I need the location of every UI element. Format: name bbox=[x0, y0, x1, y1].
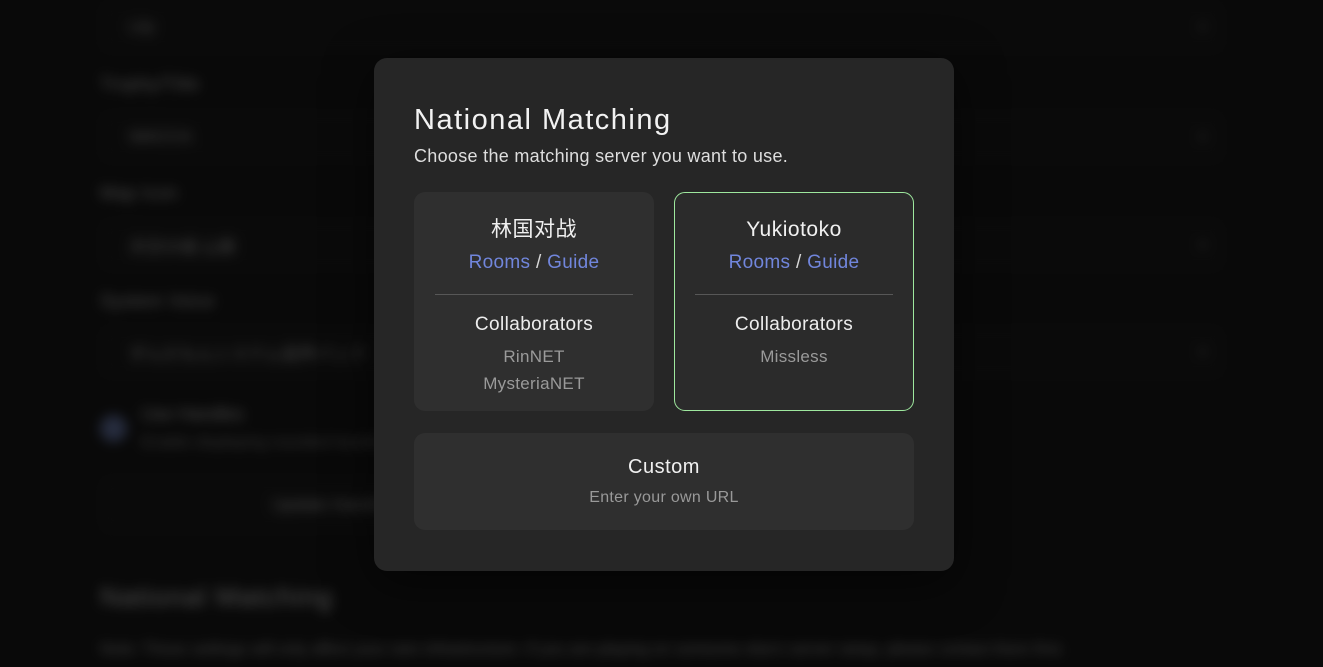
custom-card-subtitle: Enter your own URL bbox=[589, 488, 738, 507]
national-matching-modal: National Matching Choose the matching se… bbox=[374, 58, 954, 571]
link-separator: / bbox=[796, 252, 802, 273]
server-name: Yukiotoko bbox=[675, 218, 913, 242]
server-card-yukiotoko[interactable]: Yukiotoko Rooms / Guide Collaborators Mi… bbox=[674, 192, 914, 411]
link-separator: / bbox=[536, 252, 542, 273]
server-cards-row: 林国对战 Rooms / Guide Collaborators RinNET … bbox=[414, 192, 914, 411]
collaborator-name: MysteriaNET bbox=[415, 370, 653, 397]
modal-subtitle: Choose the matching server you want to u… bbox=[414, 145, 914, 167]
guide-link[interactable]: Guide bbox=[807, 252, 859, 273]
collaborators-heading: Collaborators bbox=[415, 314, 653, 336]
collaborator-name: RinNET bbox=[415, 343, 653, 370]
card-divider bbox=[435, 294, 633, 295]
server-links: Rooms / Guide bbox=[415, 251, 653, 274]
guide-link[interactable]: Guide bbox=[547, 252, 599, 273]
custom-card-title: Custom bbox=[628, 456, 700, 479]
modal-title: National Matching bbox=[414, 104, 914, 136]
collaborators-heading: Collaborators bbox=[675, 314, 913, 336]
custom-server-card[interactable]: Custom Enter your own URL bbox=[414, 433, 914, 530]
server-card-linguo[interactable]: 林国对战 Rooms / Guide Collaborators RinNET … bbox=[414, 192, 654, 411]
rooms-link[interactable]: Rooms bbox=[469, 252, 531, 273]
app-window: Lily ▾ Trophy/Title WACCA ▾ Map Icon 天空の… bbox=[0, 0, 1323, 667]
card-divider bbox=[695, 294, 893, 295]
rooms-link[interactable]: Rooms bbox=[729, 252, 791, 273]
server-links: Rooms / Guide bbox=[675, 251, 913, 274]
server-name: 林国对战 bbox=[415, 218, 653, 242]
collaborator-name: Missless bbox=[675, 343, 913, 370]
